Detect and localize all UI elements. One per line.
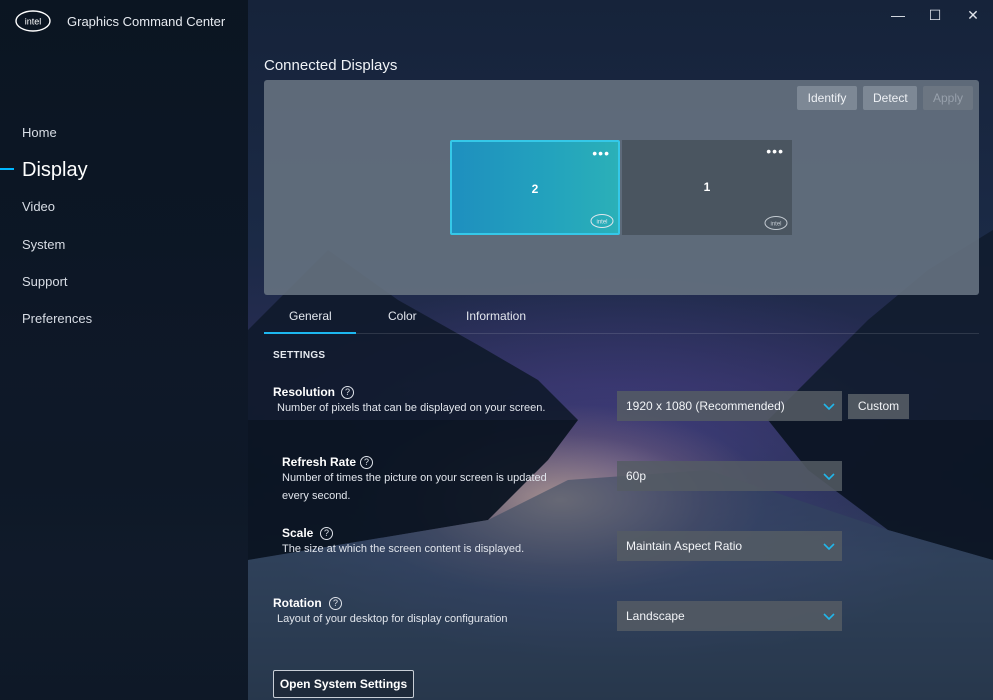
refresh-rate-description-line1: Number of times the picture on your scre…	[282, 472, 547, 484]
tab-general[interactable]: General	[289, 309, 332, 323]
refresh-rate-label: Refresh Rate	[282, 455, 357, 469]
active-tab-underline	[264, 332, 356, 334]
scale-dropdown[interactable]: Maintain Aspect Ratio	[617, 531, 842, 561]
help-icon[interactable]: ?	[360, 456, 373, 469]
monitor-1-tile[interactable]: ••• 1 intel	[622, 140, 792, 235]
minimize-button[interactable]: —	[886, 6, 910, 24]
sidebar-item-support[interactable]: Support	[22, 274, 68, 289]
sidebar	[0, 0, 248, 700]
scale-value: Maintain Aspect Ratio	[626, 539, 743, 553]
monitor-1-menu-icon[interactable]: •••	[766, 143, 784, 159]
page-title: Connected Displays	[264, 57, 398, 74]
sidebar-item-video[interactable]: Video	[22, 199, 55, 214]
chevron-down-icon	[823, 613, 835, 621]
chevron-down-icon	[823, 543, 835, 551]
monitor-2-menu-icon[interactable]: •••	[592, 145, 610, 161]
scale-label: Scale	[282, 526, 314, 540]
connected-displays-panel: Identify Detect Apply ••• 2 intel ••• 1 …	[264, 80, 979, 295]
intel-logo-icon: intel	[15, 10, 51, 32]
monitor-1-number: 1	[703, 180, 711, 194]
refresh-rate-value: 60p	[626, 469, 647, 483]
monitor-2-tile[interactable]: ••• 2 intel	[450, 140, 620, 235]
rotation-dropdown[interactable]: Landscape	[617, 601, 842, 631]
active-nav-indicator	[0, 168, 14, 170]
monitor-2-number: 2	[531, 182, 539, 196]
detect-button[interactable]: Detect	[863, 86, 917, 110]
settings-heading: SETTINGS	[273, 350, 326, 361]
tab-information[interactable]: Information	[466, 309, 526, 323]
svg-text:intel: intel	[596, 220, 607, 226]
resolution-value: 1920 x 1080 (Recommended)	[626, 399, 785, 413]
refresh-rate-description-line2: every second.	[282, 490, 351, 502]
rotation-description: Layout of your desktop for display confi…	[277, 613, 508, 625]
help-icon[interactable]: ?	[329, 597, 342, 610]
refresh-rate-dropdown[interactable]: 60p	[617, 461, 842, 491]
sidebar-item-home[interactable]: Home	[22, 125, 57, 140]
open-system-settings-button[interactable]: Open System Settings	[273, 670, 414, 698]
svg-text:intel: intel	[770, 222, 781, 228]
maximize-button[interactable]: ☐	[923, 6, 947, 24]
sidebar-item-preferences[interactable]: Preferences	[22, 311, 92, 326]
chevron-down-icon	[823, 473, 835, 481]
resolution-label: Resolution	[273, 385, 335, 399]
scale-description: The size at which the screen content is …	[282, 543, 525, 555]
resolution-dropdown[interactable]: 1920 x 1080 (Recommended)	[617, 391, 842, 421]
app-title: Graphics Command Center	[67, 14, 226, 29]
intel-logo-icon: intel	[590, 214, 614, 228]
identify-button[interactable]: Identify	[797, 86, 857, 110]
sidebar-item-system[interactable]: System	[22, 237, 65, 252]
resolution-description: Number of pixels that can be displayed o…	[277, 402, 546, 414]
help-icon[interactable]: ?	[320, 527, 333, 540]
intel-logo-icon: intel	[764, 216, 788, 230]
tab-color[interactable]: Color	[388, 309, 417, 323]
svg-text:intel: intel	[25, 17, 42, 27]
rotation-label: Rotation	[273, 596, 322, 610]
custom-resolution-button[interactable]: Custom	[848, 394, 909, 419]
chevron-down-icon	[823, 403, 835, 411]
rotation-value: Landscape	[626, 609, 685, 623]
sidebar-item-display[interactable]: Display	[22, 159, 88, 182]
help-icon[interactable]: ?	[341, 386, 354, 399]
apply-button[interactable]: Apply	[923, 86, 973, 110]
title-bar: intel Graphics Command Center — ☐ ✕	[0, 0, 993, 40]
settings-tabs: General Color Information	[264, 300, 979, 334]
close-button[interactable]: ✕	[961, 6, 985, 24]
